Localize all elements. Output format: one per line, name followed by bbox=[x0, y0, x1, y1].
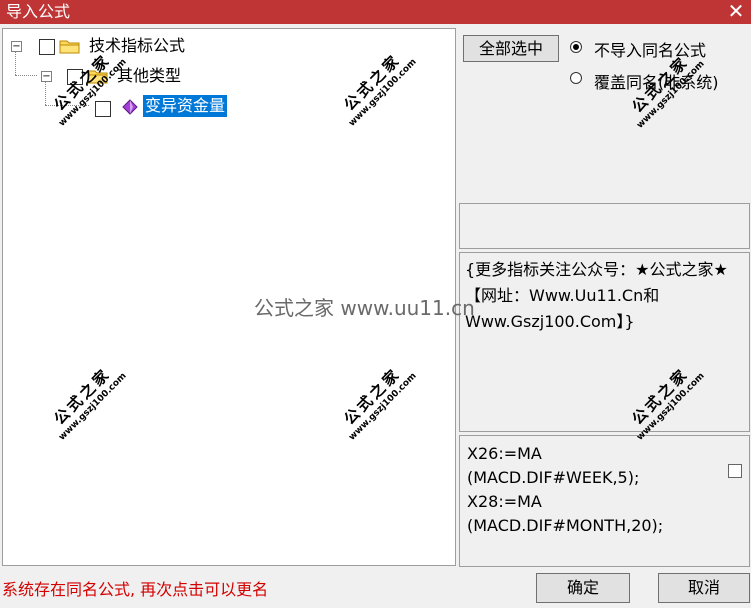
collapse-icon[interactable]: − bbox=[41, 71, 52, 82]
tree-checkbox-root[interactable] bbox=[39, 39, 55, 55]
empty-field bbox=[459, 203, 750, 249]
formula-code-text: X26:=MA (MACD.DIF#WEEK,5); X28:=MA (MACD… bbox=[467, 444, 664, 535]
tree-node-item[interactable]: 变异资金量 bbox=[3, 95, 303, 117]
tree-node-root-label[interactable]: 技术指标公式 bbox=[89, 35, 185, 57]
tree-checkbox-item[interactable] bbox=[95, 101, 111, 117]
folder-icon bbox=[59, 40, 80, 54]
status-message: 系统存在同名公式, 再次点击可以更名 bbox=[2, 580, 269, 599]
close-icon[interactable]: ✕ bbox=[721, 0, 751, 24]
code-checkbox[interactable] bbox=[728, 464, 742, 478]
formula-code-box[interactable]: X26:=MA (MACD.DIF#WEEK,5); X28:=MA (MACD… bbox=[459, 435, 750, 567]
description-box[interactable]: {更多指标关注公众号：★公式之家★ 【网址：Www.Uu11.Cn和Www.Gs… bbox=[459, 252, 750, 432]
center-watermark: 公式之家 www.uu11.cn bbox=[254, 296, 475, 320]
collapse-icon[interactable]: − bbox=[11, 41, 22, 52]
formula-gem-icon bbox=[122, 99, 138, 115]
folder-icon bbox=[87, 70, 108, 84]
description-text: {更多指标关注公众号：★公式之家★ 【网址：Www.Uu11.Cn和Www.Gs… bbox=[465, 260, 733, 331]
tree-checkbox-group[interactable] bbox=[67, 69, 83, 85]
tree-node-group[interactable]: − 其他类型 bbox=[3, 65, 303, 87]
radio-skip-label[interactable]: 不导入同名公式 bbox=[594, 37, 706, 61]
tree-node-root[interactable]: − 技术指标公式 bbox=[3, 35, 303, 57]
ok-button[interactable]: 确定 bbox=[536, 573, 630, 603]
radio-overwrite-indicator[interactable] bbox=[570, 72, 582, 84]
select-all-button[interactable]: 全部选中 bbox=[463, 35, 559, 62]
radio-skip-indicator[interactable] bbox=[570, 41, 582, 53]
tree-node-group-label[interactable]: 其他类型 bbox=[117, 65, 181, 87]
title-bar[interactable]: 导入公式 ✕ bbox=[0, 0, 751, 24]
radio-overwrite-label[interactable]: 覆盖同名(非系统) bbox=[594, 69, 719, 93]
tree-node-item-label[interactable]: 变异资金量 bbox=[143, 95, 228, 117]
cancel-button[interactable]: 取消 bbox=[658, 573, 750, 603]
window-title: 导入公式 bbox=[6, 2, 71, 21]
